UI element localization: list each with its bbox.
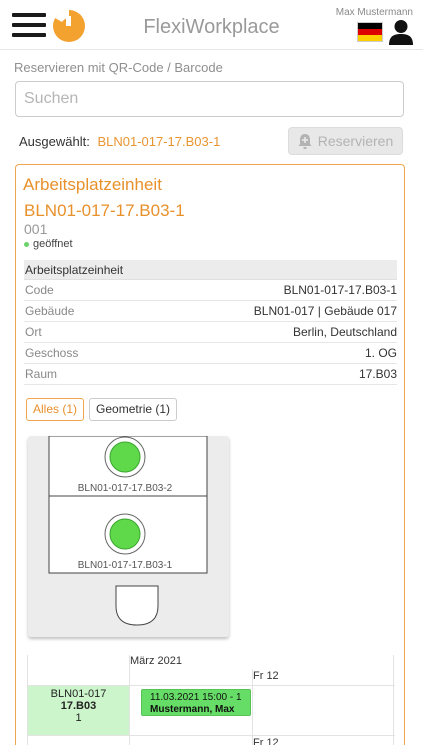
- reservation-calendar: März 2021 Fr 12 BLN01-017 17.B03 1 11.03…: [27, 655, 395, 745]
- event-time: 11.03.2021 15:00 - 1: [150, 692, 242, 703]
- status-dot-icon: [24, 241, 29, 247]
- property-row: Raum 17.B03: [24, 364, 397, 385]
- property-value: Berlin, Deutschland: [292, 325, 397, 339]
- calendar-event[interactable]: 11.03.2021 15:00 - 1 Mustermann, Max: [141, 689, 251, 716]
- properties-header: Arbeitsplatzeinheit: [24, 260, 397, 280]
- property-key: Raum: [25, 367, 58, 381]
- tab-geometry[interactable]: Geometrie (1): [89, 398, 178, 421]
- calendar-resource: BLN01-017 17.B03 1: [28, 686, 129, 735]
- resource-line1: BLN01-017: [50, 688, 107, 700]
- property-value: BLN01-017-17.B03-1: [283, 283, 397, 297]
- resource-line3: 1: [75, 712, 82, 724]
- german-flag-icon[interactable]: [357, 22, 383, 42]
- status-badge: geöffnet: [24, 238, 73, 250]
- property-value: 17.B03: [358, 367, 397, 381]
- reserve-button[interactable]: Reservieren: [288, 127, 403, 155]
- tab-all[interactable]: Alles (1): [26, 398, 85, 421]
- event-person: Mustermann, Max: [150, 704, 235, 715]
- hamburger-menu-icon[interactable]: [12, 13, 46, 38]
- property-row: Ort Berlin, Deutschland: [24, 322, 397, 343]
- floor-plan-drawing: BLN01-017-17.B03-2 BLN01-017-17.B03-1: [48, 435, 208, 626]
- calendar-day: Fr 12: [253, 670, 279, 682]
- property-row: Code BLN01-017-17.B03-1: [24, 280, 397, 301]
- card-number: 001: [24, 221, 48, 237]
- filter-tabs: Alles (1) Geometrie (1): [26, 398, 178, 421]
- floor-plan[interactable]: BLN01-017-17.B03-2 BLN01-017-17.B03-1: [28, 435, 229, 637]
- card-name: BLN01-017-17.B03-1: [24, 201, 185, 220]
- search-input[interactable]: [15, 81, 404, 117]
- desk-marker-1[interactable]: [104, 513, 146, 555]
- user-icon[interactable]: [388, 19, 414, 45]
- property-key: Gebäude: [25, 304, 75, 318]
- username-label: Max Mustermann: [335, 7, 413, 18]
- property-row: Geschoss 1. OG: [24, 343, 397, 364]
- desk-marker-2[interactable]: [104, 436, 146, 478]
- status-text: geöffnet: [33, 238, 73, 250]
- property-key: Geschoss: [25, 346, 79, 360]
- selection-label: Ausgewählt:: [19, 134, 90, 149]
- bell-plus-icon: [298, 134, 312, 149]
- property-value: BLN01-017 | Gebäude 017: [253, 304, 397, 318]
- workplace-card: Arbeitsplatzeinheit BLN01-017-17.B03-1 0…: [15, 164, 405, 745]
- app-header: FlexiWorkplace Max Mustermann: [0, 0, 423, 50]
- card-type: Arbeitsplatzeinheit: [23, 175, 162, 194]
- page-title: Reservieren mit QR-Code / Barcode: [14, 60, 223, 75]
- reserve-button-label: Reservieren: [317, 133, 394, 149]
- selected-id[interactable]: BLN01-017-17.B03-1: [97, 134, 220, 149]
- properties-table: Arbeitsplatzeinheit Code BLN01-017-17.B0…: [24, 260, 397, 385]
- desk-label-2: BLN01-017-17.B03-2: [78, 483, 173, 494]
- desk-label-1: BLN01-017-17.B03-1: [78, 560, 173, 571]
- property-value: 1. OG: [364, 346, 397, 360]
- calendar-day-repeat: Fr 12: [253, 737, 279, 745]
- selection-info: Ausgewählt: BLN01-017-17.B03-1: [19, 134, 220, 149]
- resource-line2: 17.B03: [60, 700, 97, 712]
- app-logo-icon[interactable]: [52, 9, 86, 43]
- property-row: Gebäude BLN01-017 | Gebäude 017: [24, 301, 397, 322]
- calendar-month: März 2021: [130, 655, 182, 667]
- property-key: Code: [25, 283, 54, 297]
- property-key: Ort: [25, 325, 42, 339]
- chair-shape: [115, 585, 159, 626]
